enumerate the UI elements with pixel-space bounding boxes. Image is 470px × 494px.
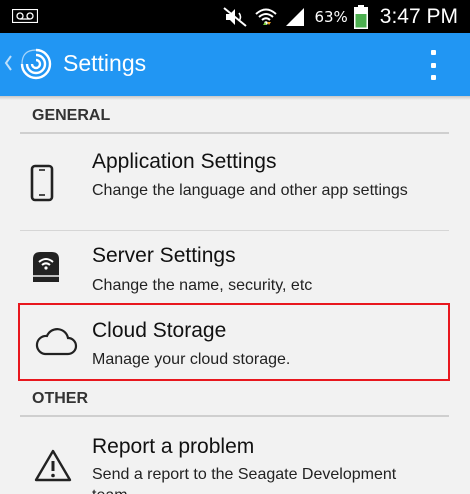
selection-highlight (18, 303, 450, 381)
list-item-report-problem[interactable]: Report a problem Send a report to the Se… (20, 420, 449, 494)
list-item-server-settings[interactable]: Server Settings Change the name, securit… (20, 232, 449, 300)
item-title: Report a problem (92, 435, 255, 458)
status-bar: 63% 3:47 PM (0, 0, 470, 33)
action-bar: Settings (0, 33, 470, 96)
item-title: Server Settings (92, 244, 236, 267)
wifi-icon (255, 8, 278, 25)
back-chevron-icon[interactable] (3, 53, 13, 73)
list-item-application-settings[interactable]: Application Settings Change the language… (20, 136, 449, 226)
action-bar-shadow (0, 96, 470, 100)
warning-icon (34, 449, 72, 482)
voicemail-icon (12, 9, 38, 23)
phone-icon (30, 164, 54, 202)
divider (20, 230, 449, 231)
item-subtitle: Send a report to the Seagate Development… (92, 466, 397, 494)
page-title: Settings (63, 50, 147, 76)
item-subtitle: Change the language and other app settin… (92, 182, 408, 199)
item-title: Application Settings (92, 150, 277, 173)
signal-icon (286, 7, 305, 26)
section-header-general: GENERAL (20, 102, 449, 134)
section-header-other: OTHER (20, 385, 449, 417)
battery-icon (353, 4, 368, 29)
seagate-logo-icon[interactable] (18, 46, 54, 82)
section-header-label: GENERAL (32, 107, 111, 124)
mute-icon (223, 6, 248, 27)
overflow-menu-icon[interactable] (428, 50, 438, 80)
section-header-label: OTHER (32, 390, 88, 407)
battery-percent: 63% (314, 7, 348, 26)
server-drive-icon (33, 252, 59, 282)
clock: 3:47 PM (379, 4, 458, 28)
item-subtitle: Change the name, security, etc (92, 277, 313, 294)
